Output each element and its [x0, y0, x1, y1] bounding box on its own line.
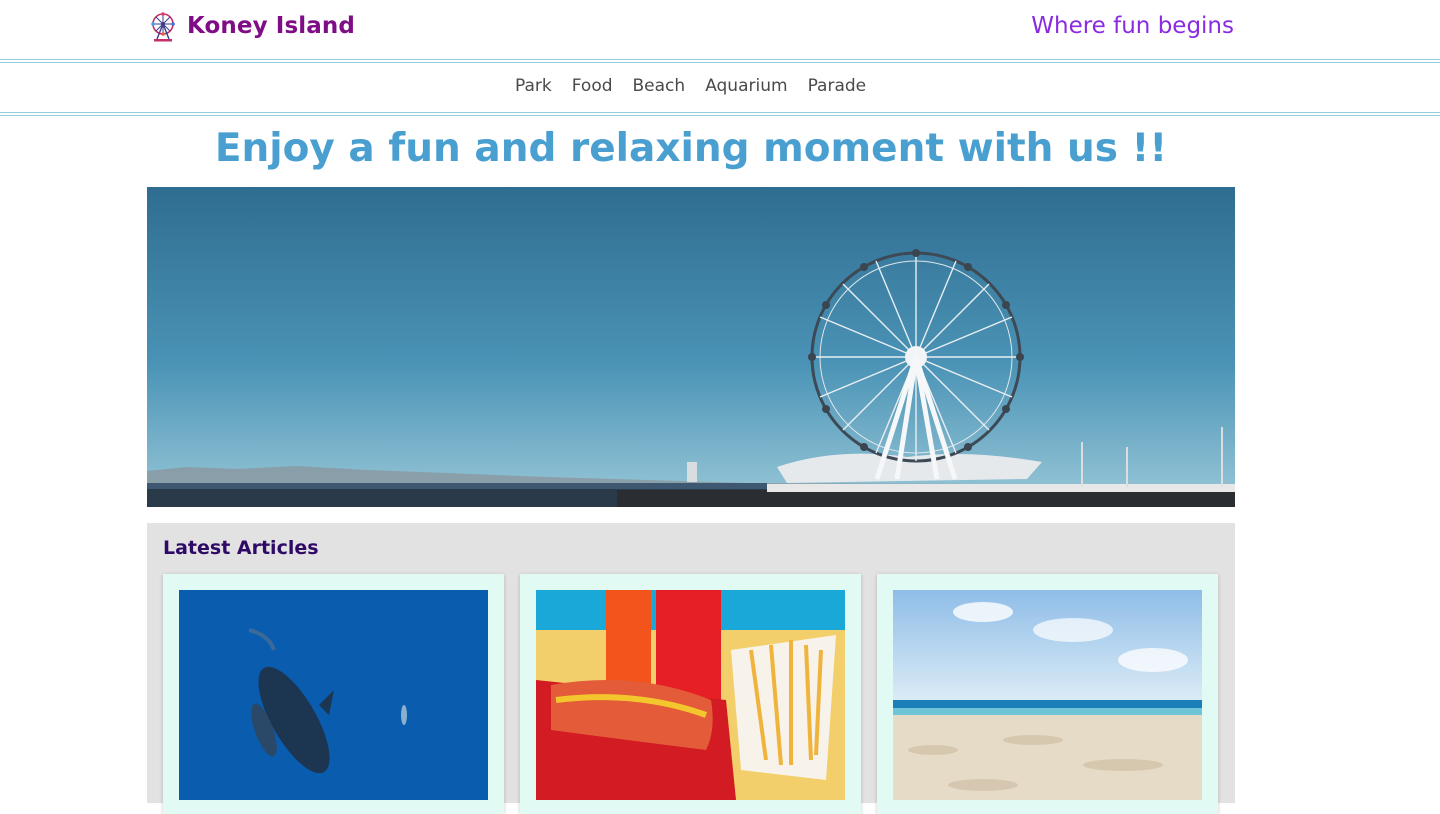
hotdog-fries-image[interactable] — [536, 590, 845, 800]
whale-ocean-image[interactable] — [179, 590, 488, 800]
sandy-beach-image[interactable] — [893, 590, 1202, 800]
hero-image — [147, 187, 1235, 507]
latest-articles-heading: Latest Articles — [163, 537, 319, 559]
nav-item-beach[interactable]: Beach — [623, 75, 696, 97]
nav-list: Park Food Beach Aquarium Parade — [505, 75, 876, 97]
brand-name[interactable]: Koney Island — [187, 13, 355, 39]
nav-divider-bottom — [0, 115, 1440, 116]
nav-item-food[interactable]: Food — [562, 75, 623, 97]
nav-item-aquarium[interactable]: Aquarium — [695, 75, 797, 97]
tagline: Where fun begins — [1031, 13, 1234, 39]
hero-title: Enjoy a fun and relaxing moment with us … — [214, 126, 1168, 171]
nav-item-parade[interactable]: Parade — [798, 75, 877, 97]
site-header: Koney Island Where fun begins — [0, 0, 1440, 58]
nav-divider-top — [0, 112, 1440, 113]
latest-articles-section: Latest Articles — [147, 523, 1235, 814]
header-divider-top — [0, 59, 1440, 60]
main-nav: Park Food Beach Aquarium Parade — [0, 62, 1440, 112]
article-card[interactable] — [877, 574, 1218, 814]
nav-item-park[interactable]: Park — [505, 75, 562, 97]
article-card[interactable] — [163, 574, 504, 814]
ferris-wheel-icon[interactable] — [150, 12, 176, 42]
article-card[interactable] — [520, 574, 861, 814]
